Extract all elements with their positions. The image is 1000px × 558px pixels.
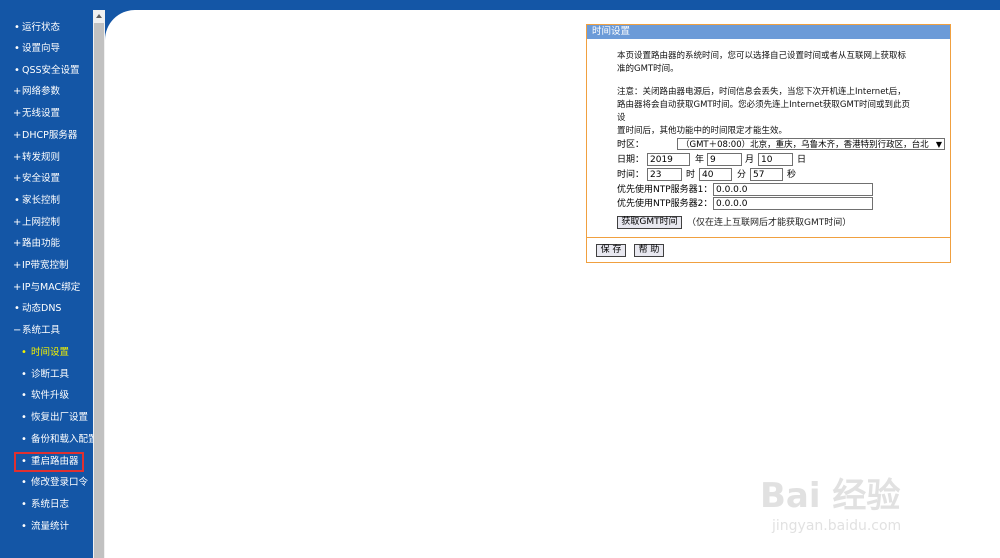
ntp1-label: 优先使用NTP服务器1：: [617, 185, 713, 195]
plus-icon: +: [13, 108, 22, 119]
scrollbar-thumb[interactable]: [94, 23, 104, 558]
sidebar-item-label: 系统日志: [31, 499, 70, 510]
date-label: 日期：: [617, 155, 645, 165]
highlight-box: [14, 452, 84, 472]
bullet-icon: •: [14, 22, 20, 33]
gmt-row: 获取GMT时间 （仅在连上互联网后才能获取GMT时间）: [617, 216, 947, 230]
date-row: 日期： 2019 年 9 月 10 日: [617, 153, 947, 167]
plus-icon: +: [13, 260, 22, 271]
minus-icon: −: [13, 325, 22, 336]
baidu-watermark: Bai 经验 jingyan.baidu.com: [760, 450, 960, 540]
watermark-logo: Bai 经验: [760, 476, 901, 516]
plus-icon: +: [13, 238, 22, 249]
plus-icon: +: [13, 173, 22, 184]
ntp1-row: 优先使用NTP服务器1： 0.0.0.0: [617, 183, 947, 197]
notice-line: 路由器将会自动获取GMT时间。您必须先连上Internet获取GMT时间或到此页…: [617, 100, 910, 123]
hour-input[interactable]: 23: [647, 168, 682, 181]
bullet-icon: •: [14, 195, 20, 206]
sidebar-item-label: 系统工具: [22, 325, 61, 336]
notice-text: 注意：关闭路由器电源后，时间信息会丢失，当您下次开机连上Internet后， 路…: [617, 86, 917, 138]
plus-icon: +: [13, 130, 22, 141]
bullet-icon: •: [21, 477, 27, 488]
save-button[interactable]: 保 存: [596, 244, 626, 257]
scroll-up-arrow-icon[interactable]: [93, 10, 105, 22]
time-row: 时间： 23 时 40 分 57 秒: [617, 168, 947, 182]
plus-icon: +: [13, 152, 22, 163]
timezone-select[interactable]: （GMT＋08:00）北京，重庆，乌鲁木齐，香港特别行政区，台北 ▼: [677, 138, 945, 150]
panel-footer: 保 存 帮 助: [587, 237, 950, 263]
bullet-icon: •: [14, 43, 20, 54]
plus-icon: +: [13, 282, 22, 293]
panel-title: 时间设置: [587, 25, 950, 39]
sidebar-item-label: 时间设置: [31, 347, 70, 358]
sidebar-item-label: IP带宽控制: [22, 260, 69, 271]
bullet-icon: •: [14, 65, 20, 76]
sidebar-item-label: IP与MAC绑定: [22, 282, 81, 293]
sidebar-item-label: 安全设置: [22, 173, 61, 184]
sidebar-item-label: 无线设置: [22, 108, 61, 119]
description-text: 本页设置路由器的系统时间，您可以选择自己设置时间或者从互联网上获取标 准的GMT…: [617, 50, 917, 76]
bullet-icon: •: [21, 369, 27, 380]
help-button[interactable]: 帮 助: [634, 244, 664, 257]
dropdown-arrow-icon: ▼: [935, 140, 942, 149]
sidebar-item-label: 网络参数: [22, 86, 61, 97]
bullet-icon: •: [21, 347, 27, 358]
ntp2-input[interactable]: 0.0.0.0: [713, 197, 873, 210]
sidebar-item-label: 家长控制: [22, 195, 61, 206]
day-input[interactable]: 10: [758, 153, 793, 166]
minute-input[interactable]: 40: [699, 168, 732, 181]
notice-line: 注意：关闭路由器电源后，时间信息会丢失，当您下次开机连上Internet后，: [617, 87, 906, 97]
day-unit: 日: [797, 155, 807, 165]
ntp2-row: 优先使用NTP服务器2： 0.0.0.0: [617, 197, 947, 211]
sidebar-scrollbar[interactable]: [93, 10, 105, 558]
year-unit: 年: [695, 155, 705, 165]
second-unit: 秒: [787, 170, 797, 180]
sidebar-menu: • 运行状态 • 设置向导 • QSS安全设置 + 网络参数 + 无线设置 + …: [0, 10, 98, 558]
minute-unit: 分: [737, 170, 747, 180]
second-input[interactable]: 57: [750, 168, 783, 181]
sidebar-item-label: DHCP服务器: [22, 130, 78, 141]
description-line: 准的GMT时间。: [617, 64, 679, 74]
bullet-icon: •: [21, 521, 27, 532]
sidebar-item-label: 设置向导: [22, 43, 61, 54]
sidebar-item-label: 恢复出厂设置: [31, 412, 89, 423]
bullet-icon: •: [21, 412, 27, 423]
gmt-note: （仅在连上互联网后才能获取GMT时间）: [687, 218, 852, 228]
month-unit: 月: [745, 155, 755, 165]
watermark-url: jingyan.baidu.com: [772, 518, 902, 534]
bullet-icon: •: [21, 499, 27, 510]
notice-line: 置时间后，其他功能中的时间限定才能生效。: [617, 126, 788, 136]
description-line: 本页设置路由器的系统时间，您可以选择自己设置时间或者从互联网上获取标: [617, 51, 907, 61]
top-bar: [0, 0, 1000, 10]
ntp1-input[interactable]: 0.0.0.0: [713, 183, 873, 196]
hour-unit: 时: [686, 170, 696, 180]
bullet-icon: •: [14, 303, 20, 314]
timezone-row: 时区： （GMT＋08:00）北京，重庆，乌鲁木齐，香港特别行政区，台北 ▼: [617, 138, 947, 152]
sidebar-item-label: 上网控制: [22, 217, 61, 228]
sidebar-item-label: 转发规则: [22, 152, 61, 163]
sidebar-item-label: 运行状态: [22, 22, 61, 33]
year-input[interactable]: 2019: [647, 153, 690, 166]
get-gmt-time-button[interactable]: 获取GMT时间: [617, 216, 682, 229]
bullet-icon: •: [21, 434, 27, 445]
timezone-value: （GMT＋08:00）北京，重庆，乌鲁木齐，香港特别行政区，台北: [681, 140, 929, 150]
sidebar-item-label: 修改登录口令: [31, 477, 89, 488]
plus-icon: +: [13, 86, 22, 97]
ntp2-label: 优先使用NTP服务器2：: [617, 199, 713, 209]
sidebar-item-label: 诊断工具: [31, 369, 70, 380]
time-settings-panel: 时间设置 本页设置路由器的系统时间，您可以选择自己设置时间或者从互联网上获取标 …: [586, 24, 951, 263]
sidebar-item-label: 备份和载入配置: [31, 434, 98, 445]
sidebar-item-label: QSS安全设置: [22, 65, 80, 76]
bullet-icon: •: [21, 390, 27, 401]
sidebar-item-label: 路由功能: [22, 238, 61, 249]
sidebar-item-label: 流量统计: [31, 521, 70, 532]
sidebar-item-label: 动态DNS: [22, 303, 62, 314]
time-label: 时间：: [617, 170, 645, 180]
plus-icon: +: [13, 217, 22, 228]
month-input[interactable]: 9: [707, 153, 742, 166]
sidebar-item-label: 软件升级: [31, 390, 70, 401]
timezone-label: 时区：: [617, 140, 645, 150]
